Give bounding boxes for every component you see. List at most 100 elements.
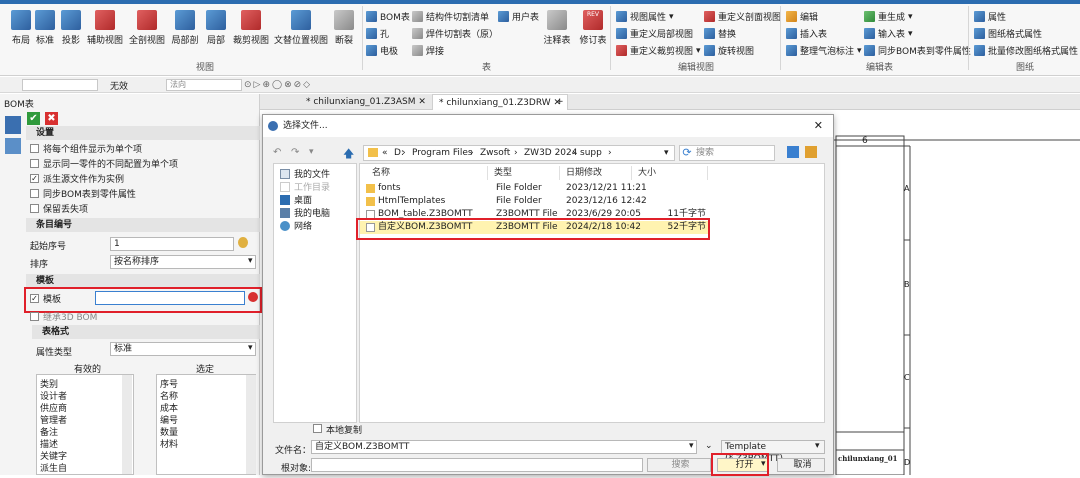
column-header-size[interactable]: 大小 — [634, 166, 708, 180]
break-view-button[interactable]: 断裂 — [327, 8, 361, 50]
expand-icon[interactable]: ⌄ — [705, 441, 713, 451]
hole-table-item[interactable]: 孔 — [366, 27, 389, 40]
path-prefix[interactable]: « — [382, 146, 388, 160]
option-sync-bom[interactable]: 同步BOM表到零件属性 — [30, 187, 136, 200]
chevron-down-icon[interactable]: ▾ — [689, 441, 694, 451]
checkbox[interactable] — [30, 189, 39, 198]
close-icon[interactable]: ✕ — [418, 97, 426, 107]
full-section-button[interactable]: 全剖视图 — [129, 8, 165, 50]
option-config-single[interactable]: 显示同一零件的不同配置为单个项 — [30, 157, 178, 170]
checkbox[interactable] — [30, 312, 39, 321]
user-table-item[interactable]: 用户表 — [498, 10, 539, 23]
filter-combo[interactable] — [22, 79, 98, 91]
up-arrow-icon[interactable]: 🡅 — [343, 145, 354, 164]
history-icon[interactable] — [5, 138, 21, 154]
attr-type-select[interactable]: 标准 — [110, 342, 256, 356]
valid-list-scrollbar[interactable] — [122, 375, 132, 474]
nav-my-computer[interactable]: 我的电脑 — [280, 206, 330, 219]
batch-sheet-format-item[interactable]: 批量修改图纸格式属性 — [974, 44, 1078, 57]
nav-my-files[interactable]: 我的文件 — [280, 167, 330, 180]
option-single-item[interactable]: 将每个组件显示为单个项 — [30, 142, 142, 155]
import-table-item[interactable]: 输入表 ▾ — [864, 27, 913, 40]
sort-select[interactable]: 按名称排序 — [110, 255, 256, 269]
cut-list-item[interactable]: 结构件切割清单 — [412, 10, 489, 23]
electrode-table-item[interactable]: 电极 — [366, 44, 398, 57]
file-type-filter[interactable]: Template (*.Z3BOMTT) — [721, 440, 825, 464]
column-header-name[interactable]: 名称 — [368, 166, 488, 180]
nav-work-dir[interactable]: 工作目录 — [280, 180, 330, 193]
back-icon[interactable]: ↶ — [273, 147, 281, 158]
checkbox[interactable] — [30, 159, 39, 168]
path-segment[interactable]: ZW3D 2024 — [524, 146, 578, 160]
forward-icon[interactable]: ↷ — [291, 147, 299, 158]
start-number-input[interactable]: 1 — [110, 237, 234, 251]
snap-icons[interactable]: ⊙▷⊕◯⊗⊘◇ — [244, 80, 312, 90]
table-format-section[interactable]: 表格式 — [32, 325, 260, 339]
chevron-down-icon[interactable]: ▾ — [815, 441, 820, 451]
tab-asm[interactable]: * chilunxiang_01.Z3ASM ✕ — [300, 94, 432, 110]
cancel-button[interactable]: 取消 — [777, 458, 825, 472]
revision-table-button[interactable]: REV 修订表 — [576, 8, 610, 50]
insert-table-item[interactable]: 插入表 — [786, 27, 827, 40]
redefine-crop-item[interactable]: 重定义裁剪视图 ▾ — [616, 44, 701, 57]
inherit-3d-bom-option[interactable]: 继承3D BOM — [30, 310, 97, 323]
path-bar[interactable]: « D: › Program Files › Zwsoft › ZW3D 202… — [363, 145, 675, 161]
chevron-down-icon[interactable]: ▾ — [664, 146, 669, 160]
refresh-icon[interactable]: ⟳ — [680, 146, 694, 160]
sheet-format-properties-item[interactable]: 图纸格式属性 — [974, 27, 1042, 40]
auxiliary-view-button[interactable]: 辅助视图 — [87, 8, 123, 50]
valid-list[interactable]: 类别 设计者 供应商 管理者 备注 描述 关键字 派生自 — [36, 374, 134, 475]
chevron-down-icon[interactable]: ▾ — [309, 147, 314, 157]
table-row[interactable]: HtmlTemplates File Folder 2023/12/16 12:42 — [360, 195, 710, 208]
add-tab-icon[interactable]: + — [550, 94, 570, 110]
regenerate-item[interactable]: 重生成 ▾ — [864, 10, 913, 23]
filename-input[interactable]: 自定义BOM.Z3BOMTT — [311, 440, 697, 454]
annotation-table-button[interactable]: 注释表 — [540, 8, 574, 50]
settings-section[interactable]: 设置 — [26, 126, 260, 140]
rotate-view-item[interactable]: 旋转视图 — [704, 44, 754, 57]
confirm-button[interactable]: ✔ — [27, 112, 40, 125]
direction-combo[interactable]: 法向 — [166, 79, 242, 91]
frame-properties-item[interactable]: 属性 — [974, 10, 1006, 23]
edit-item[interactable]: 编辑 — [786, 10, 818, 23]
new-folder-icon[interactable] — [805, 146, 817, 158]
search-button[interactable]: 搜索 — [647, 458, 711, 472]
list-item[interactable]: 材料 — [160, 437, 178, 450]
weld-cut-table-item[interactable]: 焊件切割表（原） — [412, 27, 498, 40]
selected-list[interactable]: 序号 名称 成本 编号 数量 材料 — [156, 374, 256, 475]
local-section-button[interactable]: 局部剖 — [168, 8, 202, 50]
weld-table-item[interactable]: 焊接 — [412, 44, 444, 57]
replace-item[interactable]: 替换 — [704, 27, 736, 40]
template-section[interactable]: 模板 — [26, 274, 260, 288]
path-segment[interactable]: supp — [580, 146, 602, 160]
cancel-icon[interactable]: ✖ — [45, 112, 58, 125]
close-icon[interactable]: ✕ — [814, 115, 823, 137]
sync-bom-item[interactable]: 同步BOM表到零件属性 — [864, 44, 971, 57]
redefine-section-item[interactable]: 重定义剖面视图 — [704, 10, 781, 23]
column-header-type[interactable]: 类型 — [490, 166, 560, 180]
selected-list-scrollbar[interactable] — [246, 375, 256, 474]
checkbox[interactable] — [30, 144, 39, 153]
option-derive-instance[interactable]: ✓ 派生源文件作为实例 — [30, 172, 124, 185]
column-header-date[interactable]: 日期修改 — [562, 166, 632, 180]
user-icon[interactable] — [238, 237, 248, 248]
option-keep-missing[interactable]: 保留丢失项 — [30, 202, 88, 215]
view-properties-item[interactable]: 视图属性 ▾ — [616, 10, 674, 23]
crop-view-button[interactable]: 裁剪视图 — [233, 8, 269, 50]
view-mode-icon[interactable] — [787, 146, 799, 158]
nav-network[interactable]: 网络 — [280, 219, 312, 232]
detail-view-button[interactable]: 局部 — [199, 8, 233, 50]
projection-button[interactable]: 投影 — [54, 8, 88, 50]
redefine-detail-item[interactable]: 重定义局部视图 — [616, 27, 693, 40]
alt-position-view-button[interactable]: 文替位置视图 — [274, 8, 328, 50]
path-segment[interactable]: Program Files — [412, 146, 473, 160]
tab-drw[interactable]: * chilunxiang_01.Z3DRW ✕ — [432, 94, 569, 110]
list-item[interactable]: 派生自 — [40, 461, 67, 474]
root-input[interactable] — [311, 458, 643, 472]
checkbox[interactable] — [30, 204, 39, 213]
drawing-canvas[interactable]: 6 A B C D chilunxiang_01 — [834, 110, 1080, 476]
checkbox[interactable] — [313, 424, 322, 433]
path-segment[interactable]: Zwsoft — [480, 146, 510, 160]
table-row[interactable]: fonts File Folder 2023/12/21 11:21 — [360, 182, 710, 195]
arrange-balloons-item[interactable]: 整理气泡标注 ▾ — [786, 44, 862, 57]
